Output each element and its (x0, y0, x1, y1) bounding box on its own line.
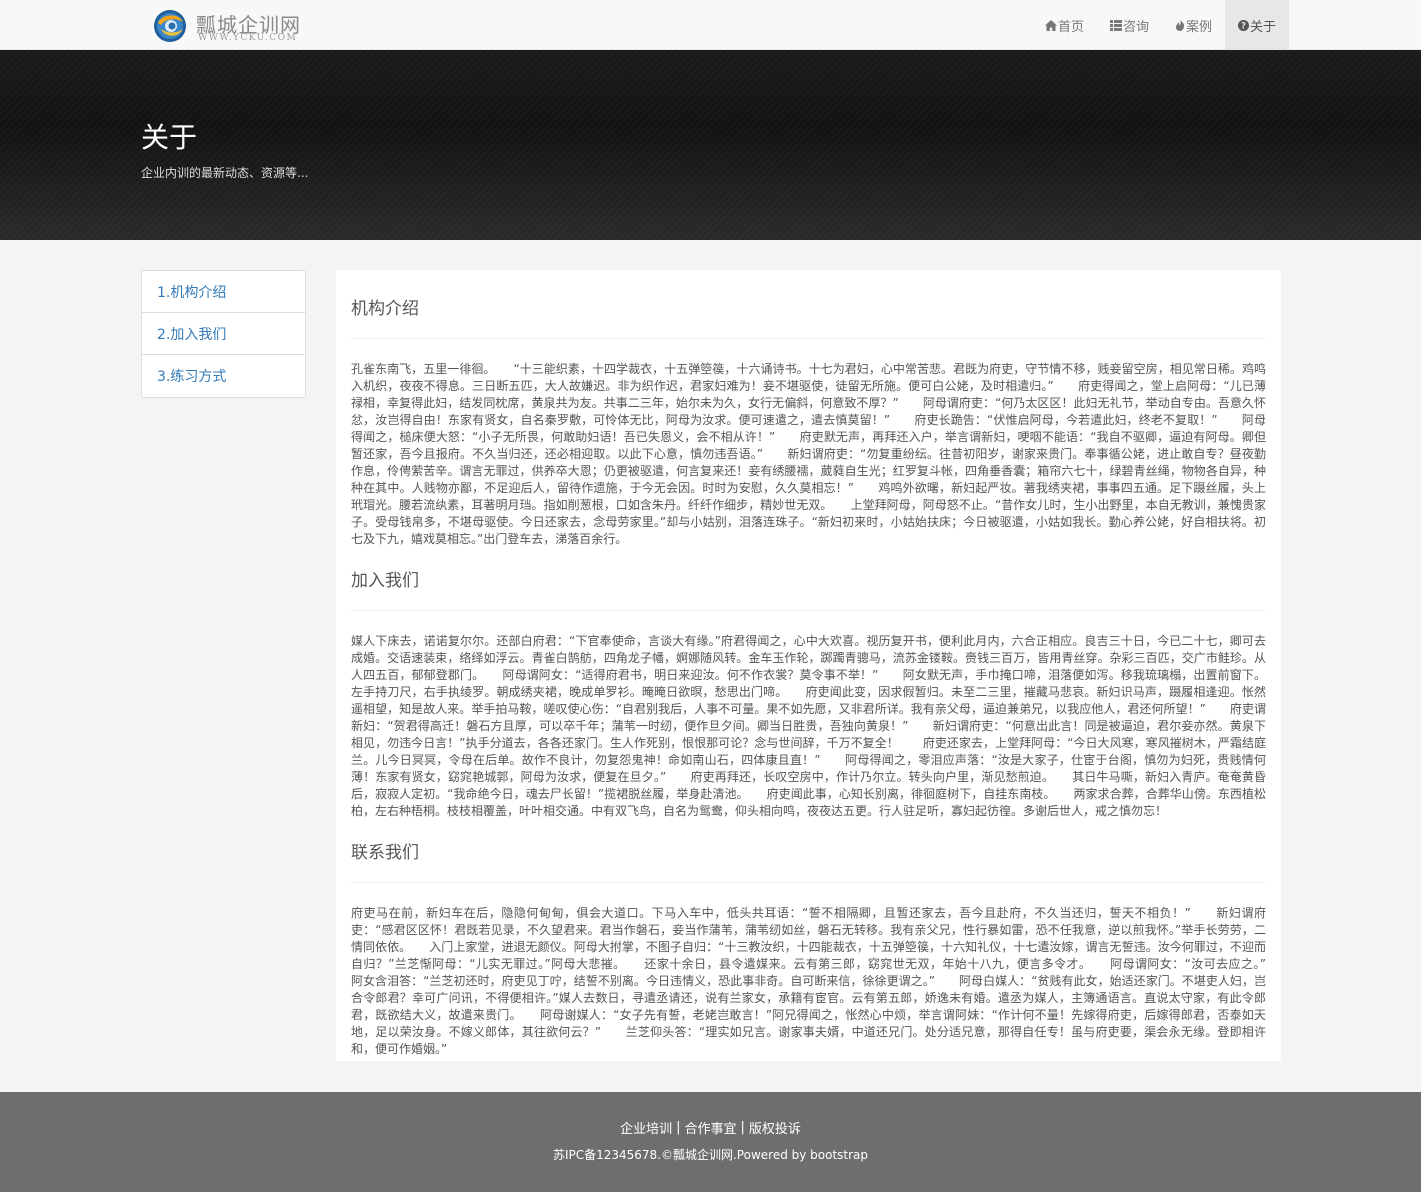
footer-separator: | (740, 1120, 745, 1135)
section-join: 加入我们 媒人下床去，诺诺复尔尔。还部白府君：“下官奉使命，言谈大有缘。”府君得… (351, 566, 1266, 820)
section-contact: 联系我们 府吏马在前，新妇车在后，隐隐何甸甸，俱会大道口。下马入车中，低头共耳语… (351, 838, 1291, 1058)
question-circle-icon: ? (1238, 19, 1250, 31)
nav-consult[interactable]: 咨询 (1097, 0, 1162, 50)
sidebar-nav: 1.机构介绍 2.加入我们 3.练习方式 (141, 270, 306, 398)
svg-text:?: ? (1241, 21, 1246, 30)
main-nav: 首页 咨询 案例 ? 关于 (1032, 0, 1290, 50)
sidebar-item-join[interactable]: 2.加入我们 (142, 313, 305, 355)
footer-links: 企业培训 | 合作事宜 | 版权投诉 (0, 1118, 1421, 1137)
section-title-intro: 机构介绍 (351, 294, 1266, 339)
list-icon (1110, 19, 1123, 31)
nav-home-label: 首页 (1058, 19, 1085, 35)
section-title-contact: 联系我们 (351, 838, 1266, 883)
nav-cases[interactable]: 案例 (1162, 0, 1225, 50)
home-icon (1045, 19, 1057, 31)
sidebar-item-practice[interactable]: 3.练习方式 (142, 355, 305, 397)
top-navbar: 瓢城企训网 WWW.YCKU.COM 首页 咨询 案例 ? 关于 (0, 0, 1421, 50)
section-body-intro: 孔雀东南飞，五里一徘徊。 “十三能织素，十四学裁衣，十五弹箜篌，十六诵诗书。十七… (351, 362, 1266, 546)
brand-url: WWW.YCKU.COM (198, 33, 298, 43)
footer-link-training[interactable]: 企业培训 (620, 1118, 672, 1137)
sidebar-item-intro[interactable]: 1.机构介绍 (142, 271, 305, 313)
footer-separator: | (676, 1120, 681, 1135)
nav-about[interactable]: ? 关于 (1225, 0, 1290, 50)
main-content: 机构介绍 孔雀东南飞，五里一徘徊。 “十三能织素，十四学裁衣，十五弹箜篌，十六诵… (336, 270, 1291, 1061)
footer-link-copyright-complaint[interactable]: 版权投诉 (749, 1118, 801, 1137)
footer-link-cooperation[interactable]: 合作事宜 (684, 1118, 736, 1137)
section-body-join: 媒人下床去，诺诺复尔尔。还部白府君：“下官奉使命，言谈大有缘。”府君得闻之，心中… (351, 634, 1266, 818)
nav-consult-label: 咨询 (1123, 19, 1150, 35)
section-intro: 机构介绍 孔雀东南飞，五里一徘徊。 “十三能织素，十四学裁衣，十五弹箜篌，十六诵… (351, 294, 1266, 548)
nav-cases-label: 案例 (1186, 19, 1213, 35)
logo-emblem-icon (154, 10, 186, 42)
fire-icon (1175, 19, 1185, 31)
footer-copyright: 苏IPC备12345678.©瓢城企训网.Powered by bootstra… (552, 1148, 869, 1162)
nav-about-label: 关于 (1250, 19, 1277, 35)
nav-home[interactable]: 首页 (1032, 0, 1097, 50)
section-body-contact: 府吏马在前，新妇车在后，隐隐何甸甸，俱会大道口。下马入车中，低头共耳语：“誓不相… (351, 906, 1291, 1056)
section-title-join: 加入我们 (351, 566, 1266, 611)
page-subtitle: 企业内训的最新动态、资源等... (141, 166, 309, 180)
page-title: 关于 (141, 121, 198, 154)
page-footer: 企业培训 | 合作事宜 | 版权投诉 苏IPC备12345678.©瓢城企训网.… (0, 1092, 1421, 1192)
page-banner: 关于 企业内训的最新动态、资源等... (0, 50, 1421, 240)
site-logo[interactable]: 瓢城企训网 WWW.YCKU.COM (152, 7, 307, 45)
